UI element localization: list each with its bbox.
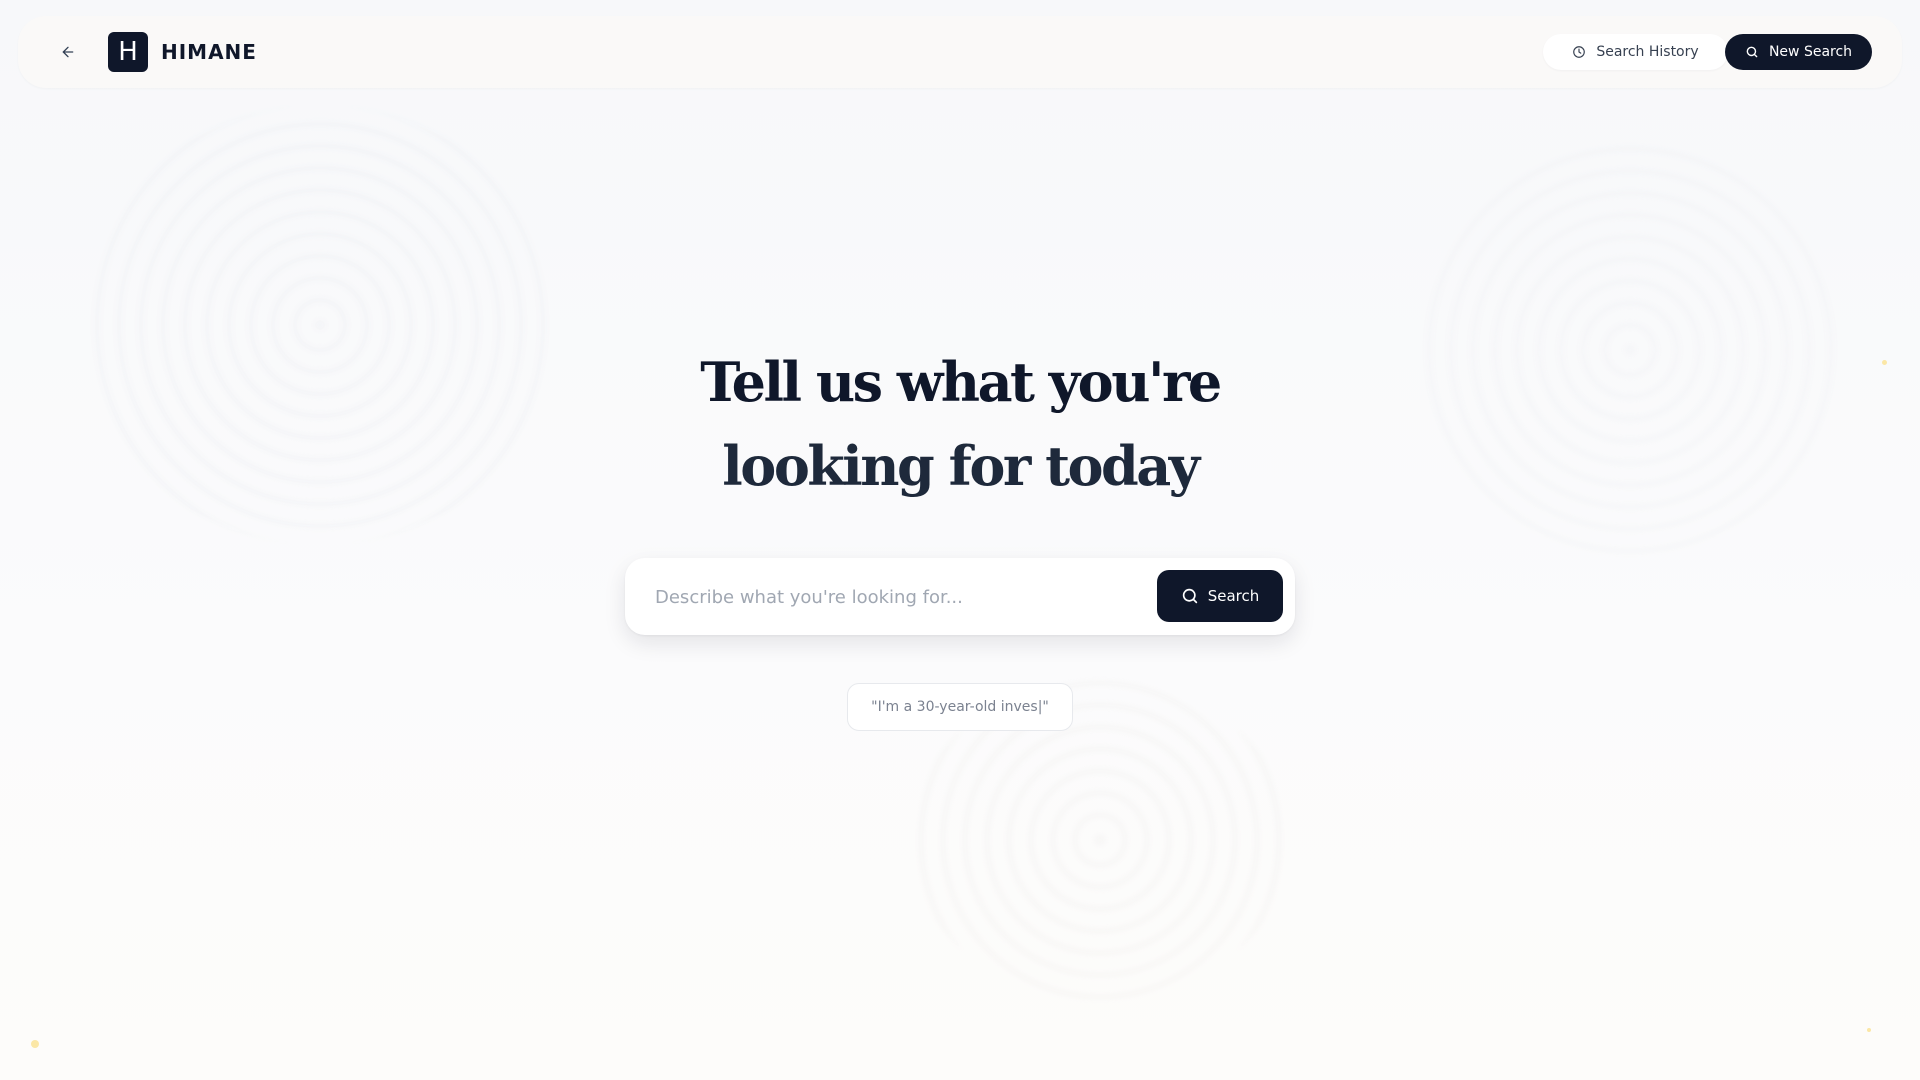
suggestion-text: "I'm a 30-year-old inves|" [871, 699, 1049, 715]
search-history-button[interactable]: Search History [1543, 34, 1728, 70]
brand-mark: H [108, 32, 148, 72]
clock-icon [1572, 45, 1586, 59]
arrow-left-icon [62, 46, 74, 58]
decorative-dot [31, 1040, 39, 1048]
decorative-dot [1882, 360, 1887, 365]
brand-logo[interactable]: H HIMANE [108, 32, 257, 72]
brand-name: HIMANE [161, 40, 257, 64]
headline-line-1: Tell us what you're [700, 350, 1222, 414]
search-history-label: Search History [1596, 44, 1699, 60]
search-bar: Search [625, 558, 1295, 635]
decorative-ripple [80, 105, 560, 545]
headline-line-2: looking for today [722, 434, 1200, 498]
suggestion-chip[interactable]: "I'm a 30-year-old inves|" [847, 683, 1073, 731]
back-button[interactable] [54, 38, 82, 66]
top-bar: H HIMANE Search History New Search [18, 16, 1902, 88]
search-input[interactable] [655, 580, 1125, 614]
decorative-dot [1867, 1028, 1871, 1032]
search-icon [1181, 587, 1199, 605]
search-button[interactable]: Search [1157, 570, 1283, 622]
new-search-label: New Search [1768, 44, 1853, 60]
page-title: Tell us what you're looking for today [560, 340, 1360, 508]
decorative-ripple [1420, 140, 1840, 560]
page: H HIMANE Search History New Search Tell … [0, 0, 1920, 1080]
new-search-button[interactable]: New Search [1725, 34, 1872, 70]
search-button-label: Search [1207, 587, 1260, 605]
search-icon [1745, 45, 1759, 59]
